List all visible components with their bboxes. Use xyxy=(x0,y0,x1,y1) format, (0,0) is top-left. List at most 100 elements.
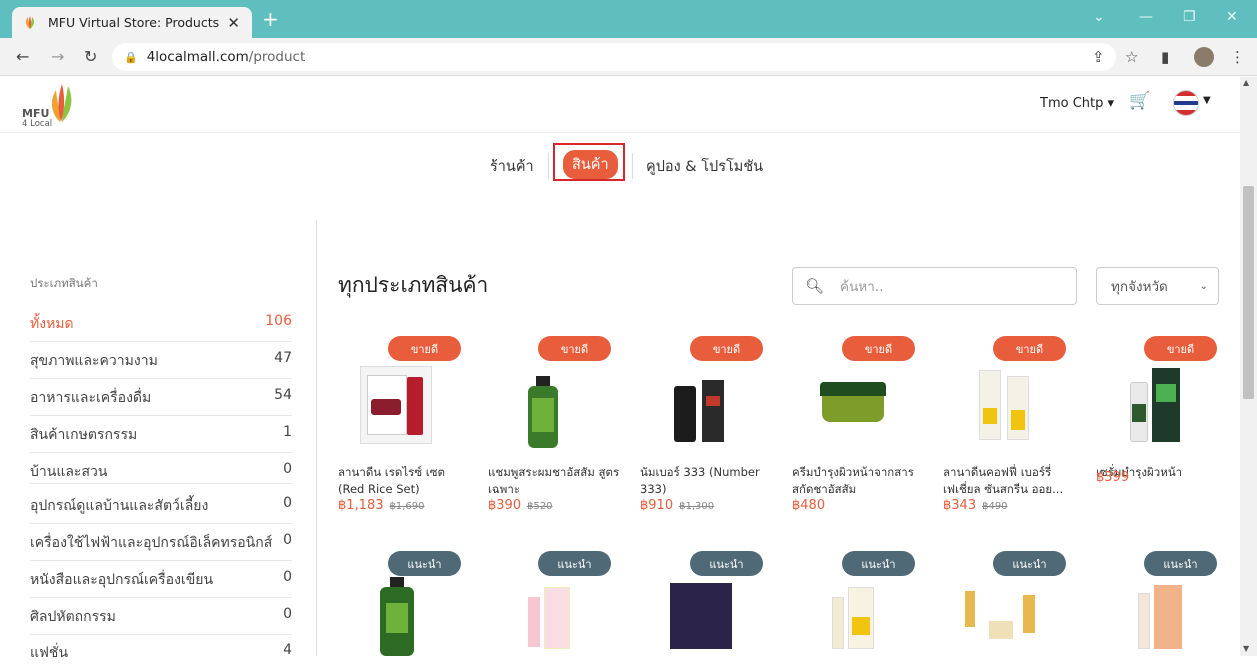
product-card[interactable]: แนะนำ xyxy=(488,551,620,656)
product-card[interactable]: แนะนำ xyxy=(338,551,470,656)
product-card[interactable]: ขายดี ลานาดีนคอฟฟี่ เบอร์รี่ เฟเชี่ยล ซั… xyxy=(943,336,1075,526)
bestseller-badge: ขายดี xyxy=(538,336,611,361)
bestseller-badge: ขายดี xyxy=(388,336,461,361)
recommended-badge: แนะนำ xyxy=(842,551,915,576)
cart-icon[interactable]: 🛒 xyxy=(1129,91,1150,111)
product-image xyxy=(961,587,1045,647)
highlight-box xyxy=(553,143,625,181)
product-card[interactable]: ขายดี ลานาดีน เรดไรซ์ เซต (Red Rice Set)… xyxy=(338,336,470,526)
back-icon[interactable]: ← xyxy=(16,47,29,66)
thai-flag-icon[interactable] xyxy=(1173,90,1199,116)
logo-text-4local: 4 Local xyxy=(22,119,53,129)
restore-icon[interactable]: ❐ xyxy=(1183,9,1196,25)
scrollbar-thumb[interactable] xyxy=(1243,186,1254,399)
nav-divider xyxy=(632,153,633,179)
product-card[interactable]: ขายดี ครีมบำรุงผิวหน้าจากสารสกัดชาอัสสัม… xyxy=(792,336,924,526)
search-input[interactable]: 🔍︎ ค้นหา.. xyxy=(792,267,1077,305)
old-price: ฿1,300 xyxy=(679,501,715,512)
product-image xyxy=(668,366,730,446)
product-name: ลานาดีน เรดไรซ์ เซต (Red Rice Set) xyxy=(338,465,446,496)
side-panel-icon[interactable]: ▮ xyxy=(1161,48,1169,66)
product-card[interactable]: ขายดี นัมเบอร์ 333 (Number 333) ฿910 ฿1,3… xyxy=(640,336,772,526)
category-label: บ้านและสวน xyxy=(30,464,108,480)
product-price: ฿910 ฿1,300 xyxy=(640,498,714,513)
old-price: ฿490 xyxy=(982,501,1008,512)
product-card[interactable]: แนะนำ xyxy=(792,551,924,656)
category-divider xyxy=(30,483,292,484)
product-image xyxy=(1136,585,1186,651)
nav-divider xyxy=(548,153,549,179)
category-count: 0 xyxy=(283,532,292,548)
scroll-down-icon[interactable]: ▼ xyxy=(1243,644,1249,653)
user-menu[interactable]: Tmo Chtp ▾ xyxy=(1040,96,1114,111)
sidebar-item-home-pet-care[interactable]: อุปกรณ์ดูแลบ้านและสัตว์เลี้ยง 0 xyxy=(30,495,292,517)
search-placeholder: ค้นหา.. xyxy=(840,279,884,295)
category-divider xyxy=(30,415,292,416)
tab-coupons[interactable]: คูปอง & โปรโมชัน xyxy=(646,155,763,178)
browser-tab[interactable]: MFU Virtual Store: Products ✕ xyxy=(12,7,252,38)
sidebar-item-handicraft[interactable]: ศิลปหัตถกรรม 0 xyxy=(30,606,292,628)
new-tab-button[interactable]: + xyxy=(262,7,279,31)
search-icon: 🔍︎ xyxy=(805,277,825,295)
category-count: 1 xyxy=(283,424,292,440)
reload-icon[interactable]: ↻ xyxy=(84,47,97,66)
product-image xyxy=(1126,364,1186,446)
product-image xyxy=(670,583,732,649)
tab-search-icon[interactable]: ⌄ xyxy=(1093,9,1105,25)
price: ฿343 xyxy=(943,498,977,513)
sidebar-divider xyxy=(316,220,317,656)
category-count: 54 xyxy=(274,387,292,403)
bestseller-badge: ขายดี xyxy=(1144,336,1217,361)
category-label: แฟชั่น xyxy=(30,645,69,661)
product-card[interactable]: แนะนำ xyxy=(1096,551,1228,656)
category-count: 47 xyxy=(274,350,292,366)
site-logo[interactable]: MFU 4 Local xyxy=(22,82,92,130)
product-card[interactable]: ขายดี เซรั่มบำรุงผิวหน้า ฿399 xyxy=(1096,336,1228,526)
product-card[interactable]: ขายดี แชมพูสระผมชาอัสสัม สูตรเฉพาะ ฿390 ฿… xyxy=(488,336,620,526)
price: ฿399 xyxy=(1096,470,1130,485)
sidebar-item-fashion[interactable]: แฟชั่น 4 xyxy=(30,642,292,664)
product-price: ฿1,183 ฿1,690 xyxy=(338,498,425,513)
bookmark-star-icon[interactable]: ☆ xyxy=(1125,48,1138,66)
price: ฿480 xyxy=(792,498,826,513)
tab-shops[interactable]: ร้านค้า xyxy=(490,155,534,178)
share-icon[interactable]: ⇪ xyxy=(1092,48,1105,66)
sidebar-item-books-stationery[interactable]: หนังสือและอุปกรณ์เครื่องเขียน 0 xyxy=(30,569,292,591)
sidebar-item-electronics[interactable]: เครื่องใช้ไฟฟ้าและอุปกรณ์อิเล็คทรอนิกส์ 0 xyxy=(30,532,292,554)
category-count: 0 xyxy=(283,569,292,585)
profile-avatar[interactable] xyxy=(1194,47,1214,67)
language-caret-icon[interactable]: ▼ xyxy=(1203,95,1211,106)
category-label: หนังสือและอุปกรณ์เครื่องเขียน xyxy=(30,572,214,588)
product-image xyxy=(820,382,886,426)
category-divider xyxy=(30,560,292,561)
sidebar-item-all[interactable]: ทั้งหมด 106 xyxy=(30,313,292,335)
category-label: สุขภาพและความงาม xyxy=(30,353,158,369)
category-label: อาหารและเครื่องดื่ม xyxy=(30,390,152,406)
product-price: ฿343 ฿490 xyxy=(943,498,1008,513)
window-close-icon[interactable]: ✕ xyxy=(1226,9,1238,25)
browser-toolbar: ← → ↻ 🔒 4localmall.com/product ⇪ ☆ ▮ ⋮ xyxy=(0,38,1257,76)
tab-close-icon[interactable]: ✕ xyxy=(227,14,240,32)
product-price: ฿390 ฿520 xyxy=(488,498,553,513)
scroll-up-icon[interactable]: ▲ xyxy=(1243,78,1249,87)
product-card[interactable]: แนะนำ xyxy=(943,551,1075,656)
category-divider xyxy=(30,597,292,598)
address-bar[interactable]: 🔒 4localmall.com/product xyxy=(112,43,1116,71)
browser-menu-icon[interactable]: ⋮ xyxy=(1230,48,1245,66)
category-label: สินค้าเกษตรกรรม xyxy=(30,427,138,443)
province-select-value: ทุกจังหวัด xyxy=(1111,279,1168,295)
sidebar-item-food-drink[interactable]: อาหารและเครื่องดื่ม 54 xyxy=(30,387,292,409)
product-price: ฿399 xyxy=(1096,470,1129,485)
sidebar-item-home-garden[interactable]: บ้านและสวน 0 xyxy=(30,461,292,483)
category-count: 0 xyxy=(283,461,292,477)
minimize-icon[interactable]: — xyxy=(1139,9,1153,25)
sidebar-item-agriculture[interactable]: สินค้าเกษตรกรรม 1 xyxy=(30,424,292,446)
bestseller-badge: ขายดี xyxy=(842,336,915,361)
product-image xyxy=(979,370,1035,444)
site-page: MFU 4 Local Tmo Chtp ▾ 🛒 ▼ ร้านค้า สินค้… xyxy=(0,77,1240,661)
forward-icon[interactable]: → xyxy=(51,47,64,66)
sidebar-item-health-beauty[interactable]: สุขภาพและความงาม 47 xyxy=(30,350,292,372)
product-name: ครีมบำรุงผิวหน้าจากสารสกัดชาอัสสัม xyxy=(792,465,914,496)
product-card[interactable]: แนะนำ xyxy=(640,551,772,656)
province-select[interactable]: ทุกจังหวัด ⌄ xyxy=(1096,267,1219,305)
